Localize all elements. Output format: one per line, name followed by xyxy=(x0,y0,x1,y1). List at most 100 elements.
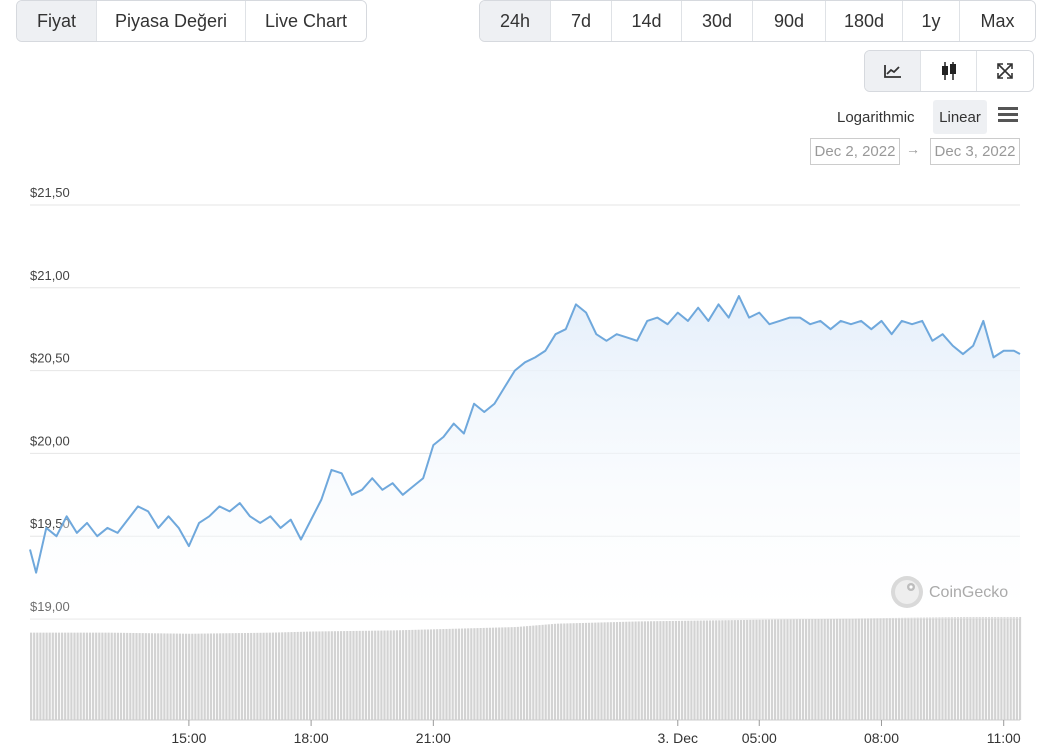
volume-bar xyxy=(826,618,829,720)
volume-bar xyxy=(839,618,842,720)
volume-bar xyxy=(932,617,935,720)
volume-bar xyxy=(873,618,876,720)
volume-bar xyxy=(1009,616,1012,720)
volume-bar xyxy=(947,617,950,720)
volume-bar xyxy=(70,632,73,720)
y-tick-label: $21,00 xyxy=(30,268,70,283)
volume-bar xyxy=(544,624,547,720)
volume-bar xyxy=(296,631,299,720)
volume-bar xyxy=(185,633,188,720)
volume-bar xyxy=(522,626,526,720)
volume-bar xyxy=(777,619,780,720)
volume-bar xyxy=(495,627,498,720)
volume-bar xyxy=(969,616,972,720)
volume-bar xyxy=(510,627,513,720)
price-chart: $19,00$19,50$20,00$20,50$21,00$21,5015:0… xyxy=(29,185,1022,746)
volume-bar xyxy=(445,628,448,720)
volume-bar xyxy=(718,620,721,720)
volume-bar xyxy=(141,633,144,720)
volume-bar xyxy=(650,621,653,720)
volume-bar xyxy=(243,633,247,720)
volume-bar xyxy=(724,620,727,720)
volume-bar xyxy=(358,630,361,720)
volume-bar xyxy=(702,620,705,720)
volume-bar xyxy=(33,632,36,720)
volume-bar xyxy=(482,627,485,720)
volume-bar xyxy=(129,632,132,720)
volume-bar xyxy=(293,632,296,720)
volume-bar xyxy=(429,629,433,720)
volume-bar xyxy=(197,633,200,720)
x-tick-label: 3. Dec xyxy=(658,730,698,746)
volume-bar xyxy=(281,632,284,720)
volume-bar xyxy=(228,633,231,720)
volume-bar xyxy=(894,617,898,720)
volume-bar xyxy=(950,617,953,720)
volume-bar xyxy=(739,620,743,720)
volume-bar xyxy=(817,618,820,720)
volume-bar xyxy=(107,632,110,720)
volume-bar xyxy=(910,617,913,720)
volume-bar xyxy=(941,617,944,720)
volume-bar xyxy=(733,620,736,720)
volume-bar xyxy=(284,632,287,720)
volume-bar xyxy=(935,617,938,720)
volume-bar xyxy=(420,629,423,720)
volume-bar xyxy=(126,632,129,720)
volume-bar xyxy=(330,631,333,720)
volume-bar xyxy=(302,631,305,720)
volume-bar xyxy=(572,623,575,720)
volume-bar xyxy=(922,617,925,720)
volume-bar xyxy=(975,616,978,720)
volume-bar xyxy=(398,630,402,720)
volume-bar xyxy=(721,620,724,720)
volume-bar xyxy=(786,619,789,720)
volume-bar xyxy=(247,632,250,720)
volume-bar xyxy=(1000,616,1003,720)
volume-bar xyxy=(30,632,33,720)
volume-bar xyxy=(529,625,532,720)
volume-bar xyxy=(774,619,777,720)
volume-bar xyxy=(352,630,355,720)
volume-bar xyxy=(234,633,237,720)
volume-bar xyxy=(48,632,51,720)
volume-bar xyxy=(132,632,135,720)
volume-bar xyxy=(581,622,584,720)
volume-bar xyxy=(219,633,222,720)
volume-bar xyxy=(253,632,256,720)
volume-bar xyxy=(321,631,324,720)
volume-bar xyxy=(206,633,209,720)
volume-bar xyxy=(870,618,873,720)
x-tick-label: 08:00 xyxy=(864,730,899,746)
volume-bar xyxy=(101,632,104,720)
volume-bar xyxy=(138,633,141,720)
volume-bar xyxy=(792,619,795,720)
volume-bar xyxy=(730,620,733,720)
volume-bar xyxy=(414,629,417,720)
volume-bar xyxy=(891,617,894,720)
volume-bar xyxy=(966,616,969,720)
volume-bar xyxy=(767,619,770,720)
volume-bar xyxy=(712,620,715,720)
volume-bar xyxy=(699,620,702,720)
volume-bar xyxy=(845,618,848,720)
price-area xyxy=(30,296,1020,619)
volume-bar xyxy=(594,622,597,720)
volume-bar xyxy=(956,617,960,720)
volume-bar xyxy=(191,633,194,720)
volume-bar xyxy=(588,622,591,720)
volume-bar xyxy=(42,632,45,720)
volume-bar xyxy=(550,624,553,720)
x-tick-label: 15:00 xyxy=(171,730,206,746)
volume-bar xyxy=(392,630,395,720)
volume-bar xyxy=(687,620,690,720)
volume-bar xyxy=(367,630,371,720)
volume-bar xyxy=(693,620,696,720)
volume-bar xyxy=(960,617,963,720)
volume-bar xyxy=(274,632,278,720)
volume-bar xyxy=(591,622,594,720)
volume-bar xyxy=(743,619,746,720)
volume-bar xyxy=(836,618,839,720)
volume-bar xyxy=(690,620,693,720)
y-tick-label: $20,50 xyxy=(30,351,70,366)
